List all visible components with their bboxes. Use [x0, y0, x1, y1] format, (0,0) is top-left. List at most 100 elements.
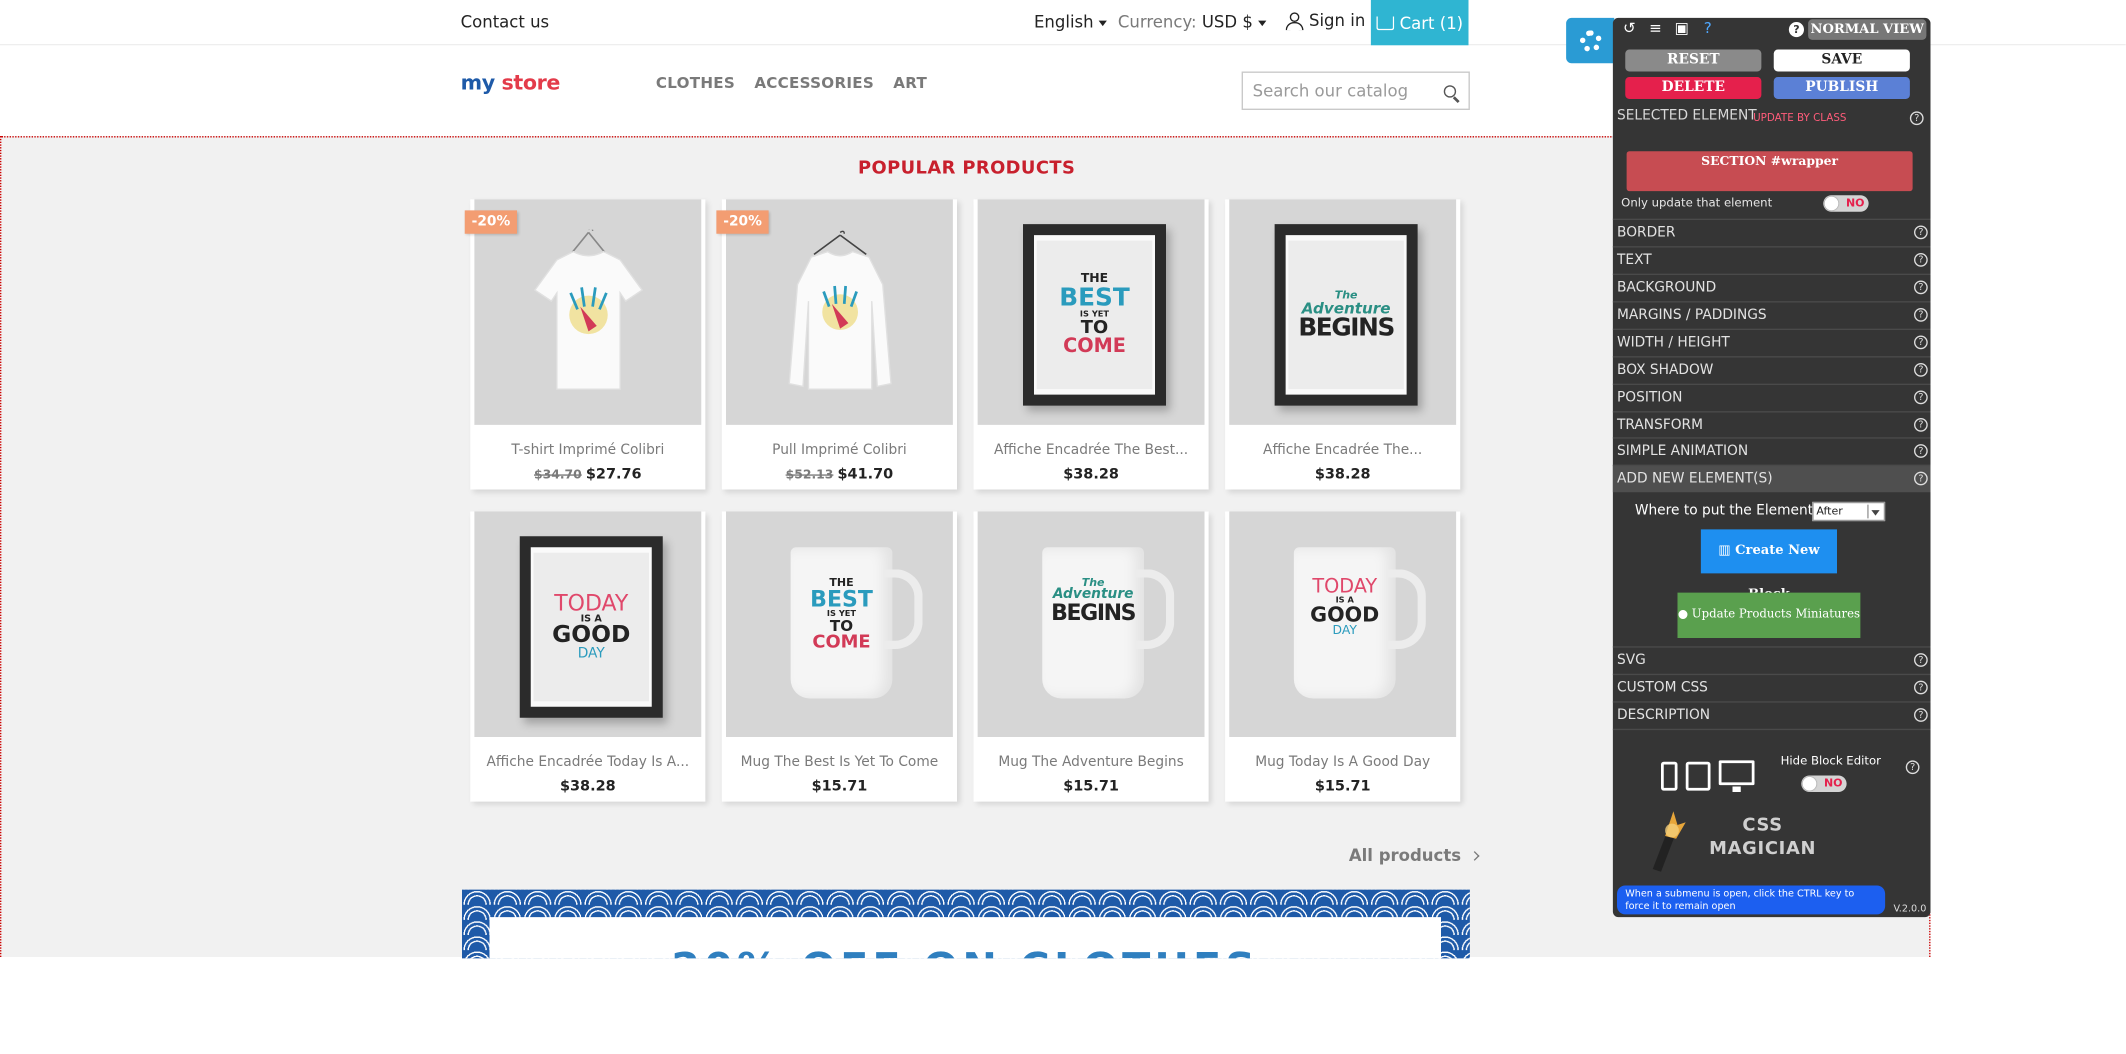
- product-name[interactable]: T-shirt Imprimé Colibri: [470, 443, 705, 458]
- help-icon[interactable]: ?: [1914, 363, 1928, 377]
- help-icon[interactable]: ?: [1914, 253, 1928, 267]
- product-card[interactable]: TODAY IS A GOOD DAY Mug Today Is A Good …: [1225, 511, 1461, 802]
- product-name[interactable]: Affiche Encadrée The Best...: [974, 443, 1209, 458]
- section-transform[interactable]: TRANSFORM?: [1612, 411, 1931, 439]
- section-box-shadow[interactable]: BOX SHADOW?: [1612, 356, 1931, 384]
- product-image[interactable]: THE BEST IS YET TO COME: [977, 199, 1205, 425]
- product-image[interactable]: The Adventure BEGINS: [977, 511, 1205, 737]
- product-name[interactable]: Mug The Adventure Begins: [974, 755, 1209, 770]
- reset-button[interactable]: RESET: [1625, 49, 1762, 72]
- help-icon[interactable]: ?: [1914, 680, 1928, 695]
- editor-toggle-button[interactable]: [1566, 17, 1615, 64]
- art-text: GOOD: [552, 621, 631, 649]
- product-name[interactable]: Affiche Encadrée The...: [1225, 443, 1460, 458]
- product-image[interactable]: TODAY IS A GOOD DAY: [474, 511, 702, 737]
- menu-item-accessories[interactable]: ACCESSORIES: [754, 74, 874, 92]
- section-custom-css[interactable]: CUSTOM CSS?: [1612, 673, 1931, 702]
- create-new-block-button[interactable]: ▥ Create New Block: [1700, 529, 1837, 602]
- help-icon[interactable]: ?: [1914, 444, 1928, 458]
- section-add-new-elements[interactable]: ADD NEW ELEMENT(S)?: [1612, 464, 1931, 493]
- product-name[interactable]: Pull Imprimé Colibri: [722, 443, 957, 458]
- logo-line-2: MAGICIAN: [1709, 838, 1817, 860]
- update-miniatures-label: Update Products Miniatures: [1691, 607, 1861, 622]
- currency-selector[interactable]: Currency: USD $: [1118, 12, 1267, 32]
- help-icon[interactable]: ?: [1905, 760, 1920, 775]
- product-card[interactable]: -20% T-shirt Imprimé Colibri $34.70 $27.7…: [464, 199, 706, 490]
- art-text: DAY: [577, 646, 605, 662]
- image-icon[interactable]: ▣: [1673, 20, 1690, 38]
- tablet-icon[interactable]: [1685, 761, 1711, 791]
- section-description[interactable]: DESCRIPTION?: [1612, 701, 1931, 731]
- language-selector[interactable]: English: [1034, 12, 1108, 32]
- help-icon[interactable]: ?: [1914, 390, 1928, 405]
- menu-item-art[interactable]: ART: [893, 74, 927, 92]
- section-text[interactable]: TEXT?: [1612, 246, 1931, 274]
- product-card[interactable]: -20% Pull Imprimé Colibri $52.13 $41.70: [716, 199, 957, 490]
- section-label: WIDTH / HEIGHT: [1617, 335, 1730, 351]
- selected-element-label: SELECTED ELEMENT: [1617, 108, 1757, 124]
- css3-icon[interactable]: ≡: [1647, 20, 1664, 38]
- cart-button[interactable]: Cart (1): [1370, 0, 1469, 46]
- product-price: $15.71: [1063, 778, 1119, 795]
- desktop-icon[interactable]: [1718, 760, 1755, 792]
- update-miniatures-button[interactable]: ● Update Products Miniatures: [1677, 592, 1861, 638]
- mug-image: THE BEST IS YET TO COME: [790, 547, 923, 699]
- section-margins-paddings[interactable]: MARGINS / PADDINGS?: [1612, 301, 1931, 329]
- section-width-height[interactable]: WIDTH / HEIGHT?: [1612, 328, 1931, 357]
- product-card[interactable]: THE BEST IS YET TO COME Affiche Encadrée…: [973, 199, 1209, 490]
- mobile-icon[interactable]: [1661, 761, 1678, 791]
- search-icon[interactable]: [1443, 85, 1457, 98]
- section-label: TEXT: [1617, 253, 1652, 269]
- gears-icon: [1579, 29, 1602, 52]
- product-card[interactable]: TODAY IS A GOOD DAY Affiche Encadrée Tod…: [470, 511, 706, 802]
- history-icon[interactable]: ↺: [1621, 20, 1638, 38]
- product-card[interactable]: The Adventure BEGINS Mug The Adventure B…: [973, 511, 1209, 802]
- section-border[interactable]: BORDER?: [1612, 218, 1931, 247]
- device-switcher: [1661, 760, 1755, 792]
- search-input[interactable]: [1243, 72, 1422, 109]
- product-name[interactable]: Mug The Best Is Yet To Come: [722, 755, 957, 770]
- help-icon[interactable]: ?: [1914, 653, 1928, 667]
- section-label: BACKGROUND: [1617, 280, 1717, 296]
- help-icon[interactable]: ?: [1914, 308, 1928, 322]
- promo-banner[interactable]: 20% OFF ON CLOTHES: [462, 889, 1470, 959]
- only-update-toggle[interactable]: NO: [1823, 195, 1869, 212]
- help-icon[interactable]: ?: [1914, 471, 1928, 486]
- save-button[interactable]: SAVE: [1773, 49, 1910, 72]
- section-simple-animation[interactable]: SIMPLE ANIMATION?: [1612, 437, 1931, 465]
- help-icon[interactable]: ?: [1700, 20, 1717, 38]
- section-position[interactable]: POSITION?: [1612, 383, 1931, 412]
- help-icon[interactable]: ?: [1914, 225, 1928, 240]
- section-background[interactable]: BACKGROUND?: [1612, 273, 1931, 302]
- help-icon[interactable]: ?: [1909, 111, 1924, 126]
- product-image[interactable]: THE BEST IS YET TO COME: [726, 511, 953, 737]
- product-name[interactable]: Affiche Encadrée Today Is A...: [470, 755, 705, 770]
- product-name[interactable]: Mug Today Is A Good Day: [1225, 755, 1460, 770]
- product-card[interactable]: The Adventure BEGINS Affiche Encadrée Th…: [1225, 199, 1461, 490]
- contact-link[interactable]: Contact us: [461, 12, 549, 31]
- store-logo[interactable]: my store: [461, 70, 561, 95]
- help-icon[interactable]: ?: [1914, 335, 1928, 350]
- help-icon[interactable]: ?: [1914, 418, 1928, 432]
- section-label: MARGINS / PADDINGS: [1617, 308, 1767, 324]
- art-text: COME: [812, 632, 871, 654]
- help-icon[interactable]: ?: [1914, 708, 1928, 722]
- publish-button[interactable]: PUBLISH: [1773, 77, 1910, 99]
- help-icon[interactable]: ?: [1914, 280, 1928, 295]
- section-svg[interactable]: SVG?: [1612, 646, 1931, 674]
- product-card[interactable]: THE BEST IS YET TO COME Mug The Best Is …: [721, 511, 957, 802]
- delete-button[interactable]: DELETE: [1625, 77, 1762, 99]
- menu-item-clothes[interactable]: CLOTHES: [656, 74, 735, 92]
- hide-block-editor-label: Hide Block Editor: [1780, 754, 1881, 769]
- product-image[interactable]: The Adventure BEGINS: [1229, 199, 1457, 425]
- question-icon[interactable]: ?: [1788, 22, 1804, 38]
- update-by-class-link[interactable]: UPDATE BY CLASS: [1753, 111, 1846, 123]
- product-image[interactable]: TODAY IS A GOOD DAY: [1229, 511, 1457, 737]
- hide-block-editor-toggle[interactable]: NO: [1801, 775, 1847, 792]
- normal-view-button[interactable]: NORMAL VIEW: [1808, 19, 1927, 40]
- main-menu: CLOTHES ACCESSORIES ART: [656, 74, 927, 92]
- all-products-link[interactable]: All products: [1349, 846, 1479, 865]
- selected-element-box[interactable]: SECTION #wrapper: [1626, 151, 1913, 192]
- sign-in-link[interactable]: Sign in: [1285, 11, 1365, 31]
- where-select[interactable]: After: [1812, 501, 1886, 522]
